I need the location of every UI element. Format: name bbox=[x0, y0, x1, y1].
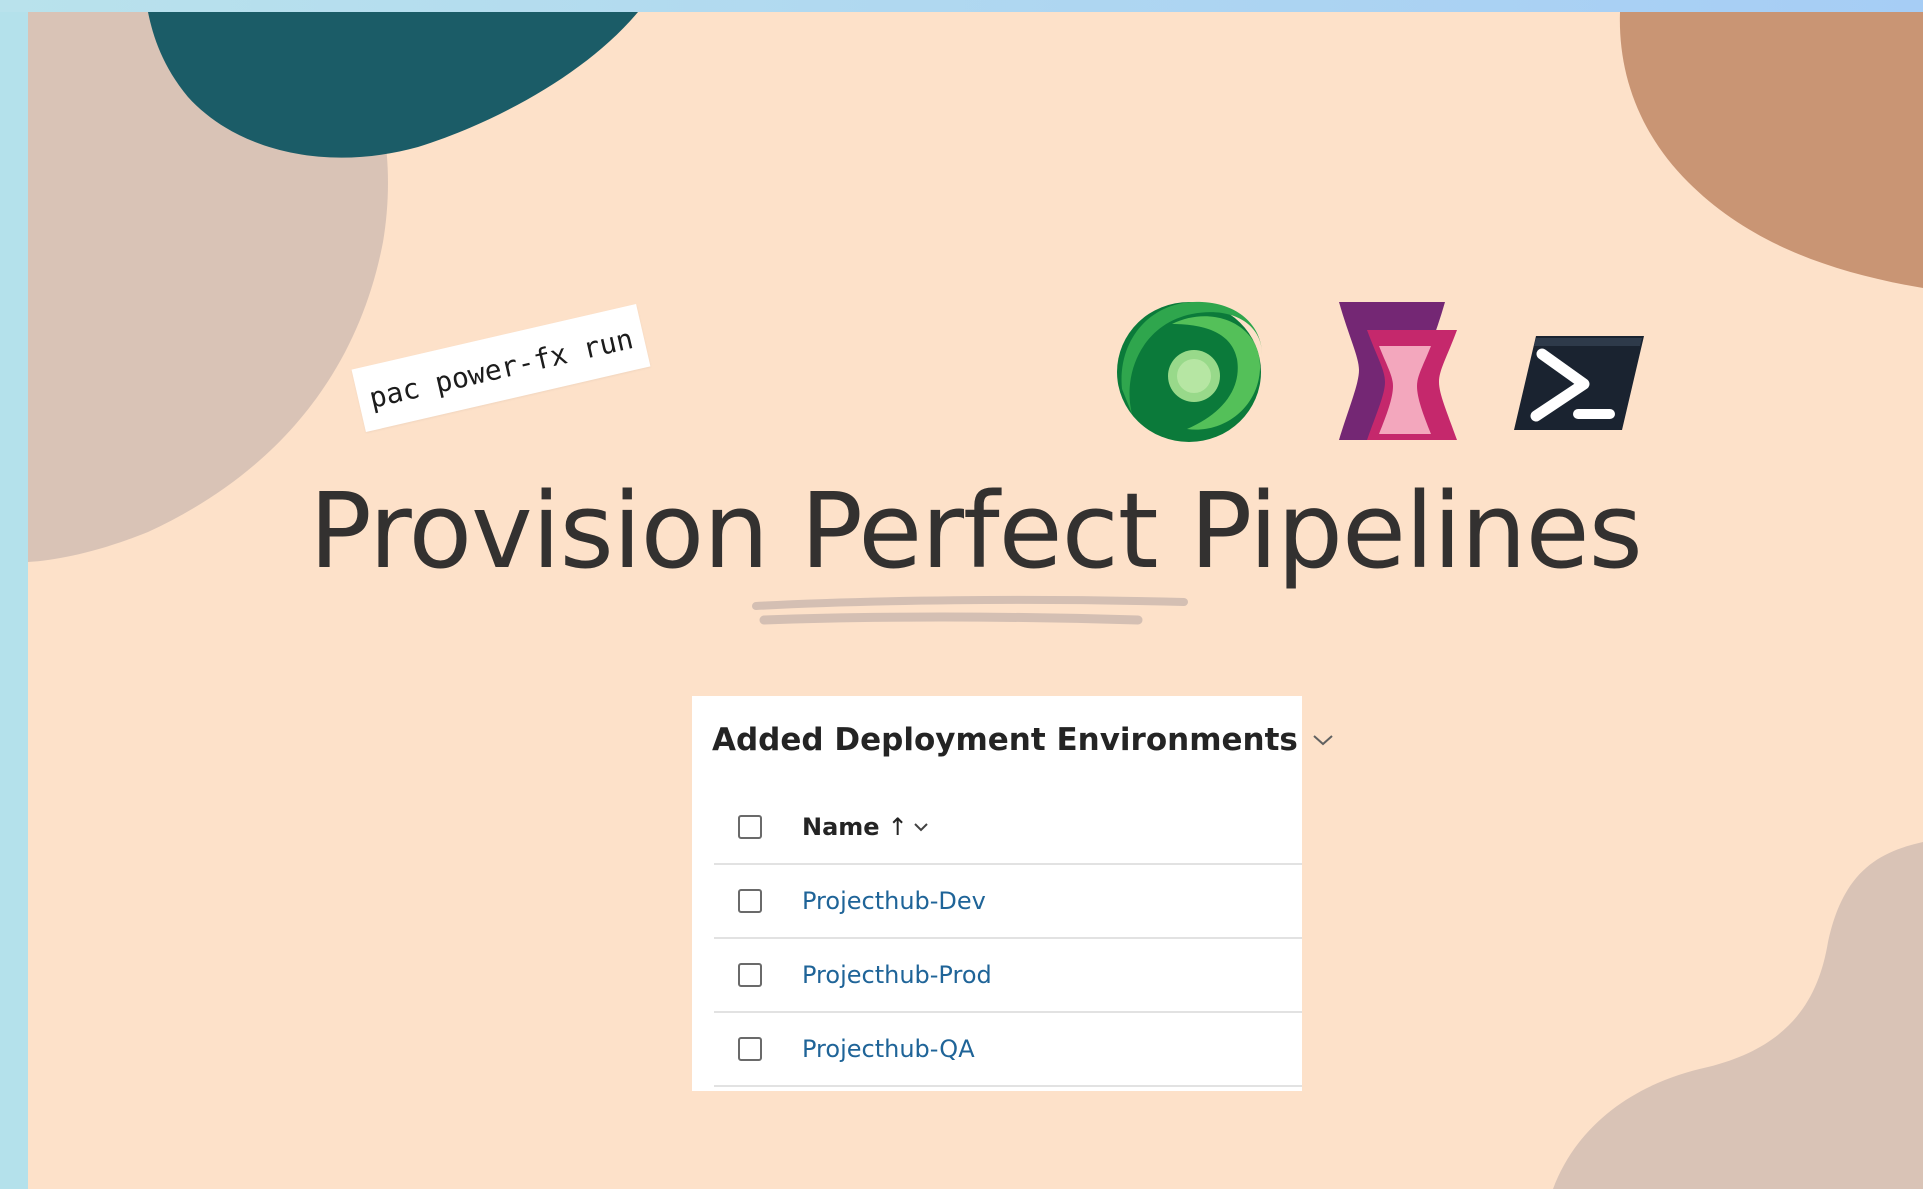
power-apps-logo bbox=[1339, 302, 1457, 440]
column-header-name[interactable]: Name ↑ bbox=[802, 813, 928, 841]
row-checkbox[interactable] bbox=[738, 1037, 762, 1061]
product-logos bbox=[1117, 301, 1644, 442]
environment-link[interactable]: Projecthub-Dev bbox=[802, 887, 986, 915]
environments-table: Name ↑ Projecthub-Dev Projecthub-Prod Pr… bbox=[714, 791, 1302, 1087]
column-header-label: Name bbox=[802, 813, 880, 841]
title-brush-underline bbox=[752, 595, 1188, 625]
chevron-down-icon[interactable] bbox=[1312, 733, 1334, 747]
row-checkbox[interactable] bbox=[738, 963, 762, 987]
dataverse-logo bbox=[1117, 301, 1262, 442]
table-row: Projecthub-Prod bbox=[714, 939, 1302, 1013]
slide-canvas: pac power-fx run Provision Perfect Pipel… bbox=[28, 12, 1923, 1189]
table-row: Projecthub-QA bbox=[714, 1013, 1302, 1087]
copper-blob-top-right bbox=[1619, 12, 1923, 288]
chevron-down-icon[interactable] bbox=[913, 822, 928, 832]
page-title: Provision Perfect Pipelines bbox=[309, 470, 1643, 592]
row-checkbox[interactable] bbox=[738, 889, 762, 913]
select-all-checkbox[interactable] bbox=[738, 815, 762, 839]
deployment-environments-panel: Added Deployment Environments Name ↑ Pro… bbox=[692, 696, 1333, 1091]
environment-link[interactable]: Projecthub-QA bbox=[802, 1035, 975, 1063]
panel-header[interactable]: Added Deployment Environments bbox=[712, 722, 1334, 758]
tan-blob-bottom-right bbox=[1553, 842, 1923, 1189]
sort-ascending-icon: ↑ bbox=[887, 813, 908, 841]
table-row: Projecthub-Dev bbox=[714, 865, 1302, 939]
top-border-strip bbox=[0, 0, 1923, 12]
table-header-row: Name ↑ bbox=[714, 791, 1302, 865]
panel-title: Added Deployment Environments bbox=[712, 722, 1298, 758]
environment-link[interactable]: Projecthub-Prod bbox=[802, 961, 992, 989]
powershell-logo bbox=[1514, 336, 1644, 430]
